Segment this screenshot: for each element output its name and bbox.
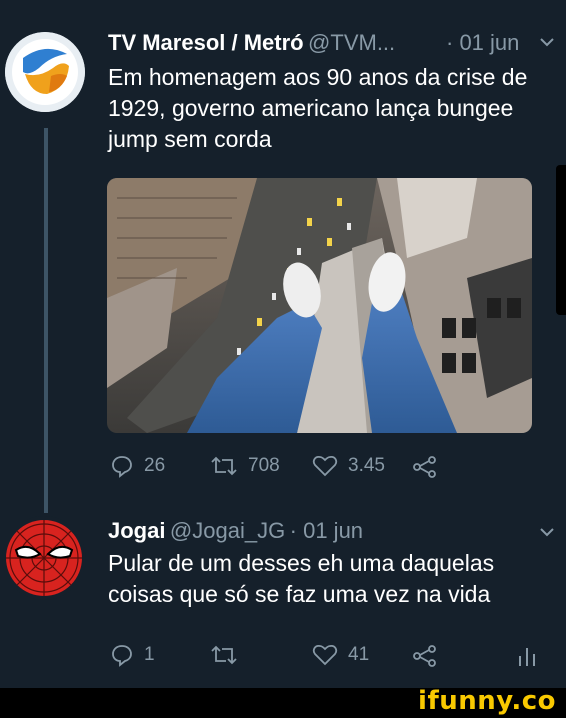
tweet-2-author-name[interactable]: Jogai bbox=[108, 518, 165, 543]
tweet-2-like-count: 41 bbox=[348, 644, 370, 665]
scroll-edge bbox=[556, 165, 566, 315]
tweet-1-author-name[interactable]: TV Maresol / Metró bbox=[108, 30, 304, 55]
avatar-jogai[interactable] bbox=[2, 516, 86, 600]
tweet-1-reply-button[interactable]: 26 bbox=[110, 454, 165, 478]
tweet-1-chevron-down-icon[interactable] bbox=[538, 33, 556, 56]
city-aerial-photo-icon bbox=[107, 178, 532, 433]
avatar-tv-maresol[interactable] bbox=[5, 32, 85, 112]
share-icon bbox=[413, 456, 436, 478]
tweet-2-chevron-down-icon[interactable] bbox=[538, 523, 556, 546]
heart-icon bbox=[312, 644, 338, 666]
tweet-1-author-handle[interactable]: @TVM... bbox=[308, 30, 395, 55]
tweet-2-text-line: Pular de um desses eh uma daquelas bbox=[108, 550, 495, 576]
tweet-1-timestamp[interactable]: · 01 jun bbox=[446, 30, 519, 56]
tweet-2-reply-count: 1 bbox=[144, 644, 155, 665]
tweet-1-retweet-button[interactable]: 708 bbox=[210, 454, 280, 478]
tweet-1-like-count: 3.45 bbox=[348, 455, 385, 476]
tweet-2-timestamp[interactable]: · 01 jun bbox=[290, 518, 363, 543]
tweet-1-text-line: jump sem corda bbox=[108, 126, 272, 152]
tweet-2-share-button[interactable] bbox=[412, 644, 438, 668]
tweet-2-text: Pular de um desses eh uma daquelas coisa… bbox=[108, 548, 494, 610]
analytics-icon bbox=[519, 648, 535, 666]
thread-connector-line bbox=[44, 128, 48, 513]
tv-maresol-logo-icon bbox=[5, 32, 85, 112]
tweet-1-text-line: Em homenagem aos 90 anos da crise de bbox=[108, 64, 528, 90]
tweet-1-media-photo[interactable] bbox=[107, 178, 532, 433]
share-icon bbox=[413, 645, 436, 667]
retweet-icon bbox=[211, 456, 237, 476]
tweet-1-reply-count: 26 bbox=[144, 455, 166, 476]
tweet-2-analytics-button[interactable] bbox=[516, 644, 538, 668]
tweet-1-text: Em homenagem aos 90 anos da crise de 192… bbox=[108, 62, 527, 155]
heart-icon bbox=[312, 455, 338, 477]
spiderman-mask-icon bbox=[6, 520, 82, 596]
tweet-2-like-button[interactable]: 41 bbox=[312, 643, 369, 667]
tweet-1-retweet-count: 708 bbox=[248, 455, 280, 476]
reply-icon bbox=[112, 456, 132, 478]
tweet-2-text-line: coisas que só se faz uma vez na vida bbox=[108, 581, 491, 607]
reply-icon bbox=[112, 645, 132, 667]
tweet-1-text-line: 1929, governo americano lança bungee bbox=[108, 95, 514, 121]
retweet-icon bbox=[211, 645, 237, 665]
tweet-2-reply-button[interactable]: 1 bbox=[110, 643, 155, 667]
tweet-2-author-handle[interactable]: @Jogai_JG bbox=[170, 518, 285, 543]
watermark-bar: ifunny.co bbox=[0, 686, 566, 718]
tweet-2-retweet-button[interactable] bbox=[210, 643, 248, 667]
tweet-1-like-button[interactable]: 3.45 bbox=[312, 454, 385, 478]
ifunny-watermark: ifunny.co bbox=[418, 686, 556, 716]
tweet-1-share-button[interactable] bbox=[412, 455, 438, 479]
